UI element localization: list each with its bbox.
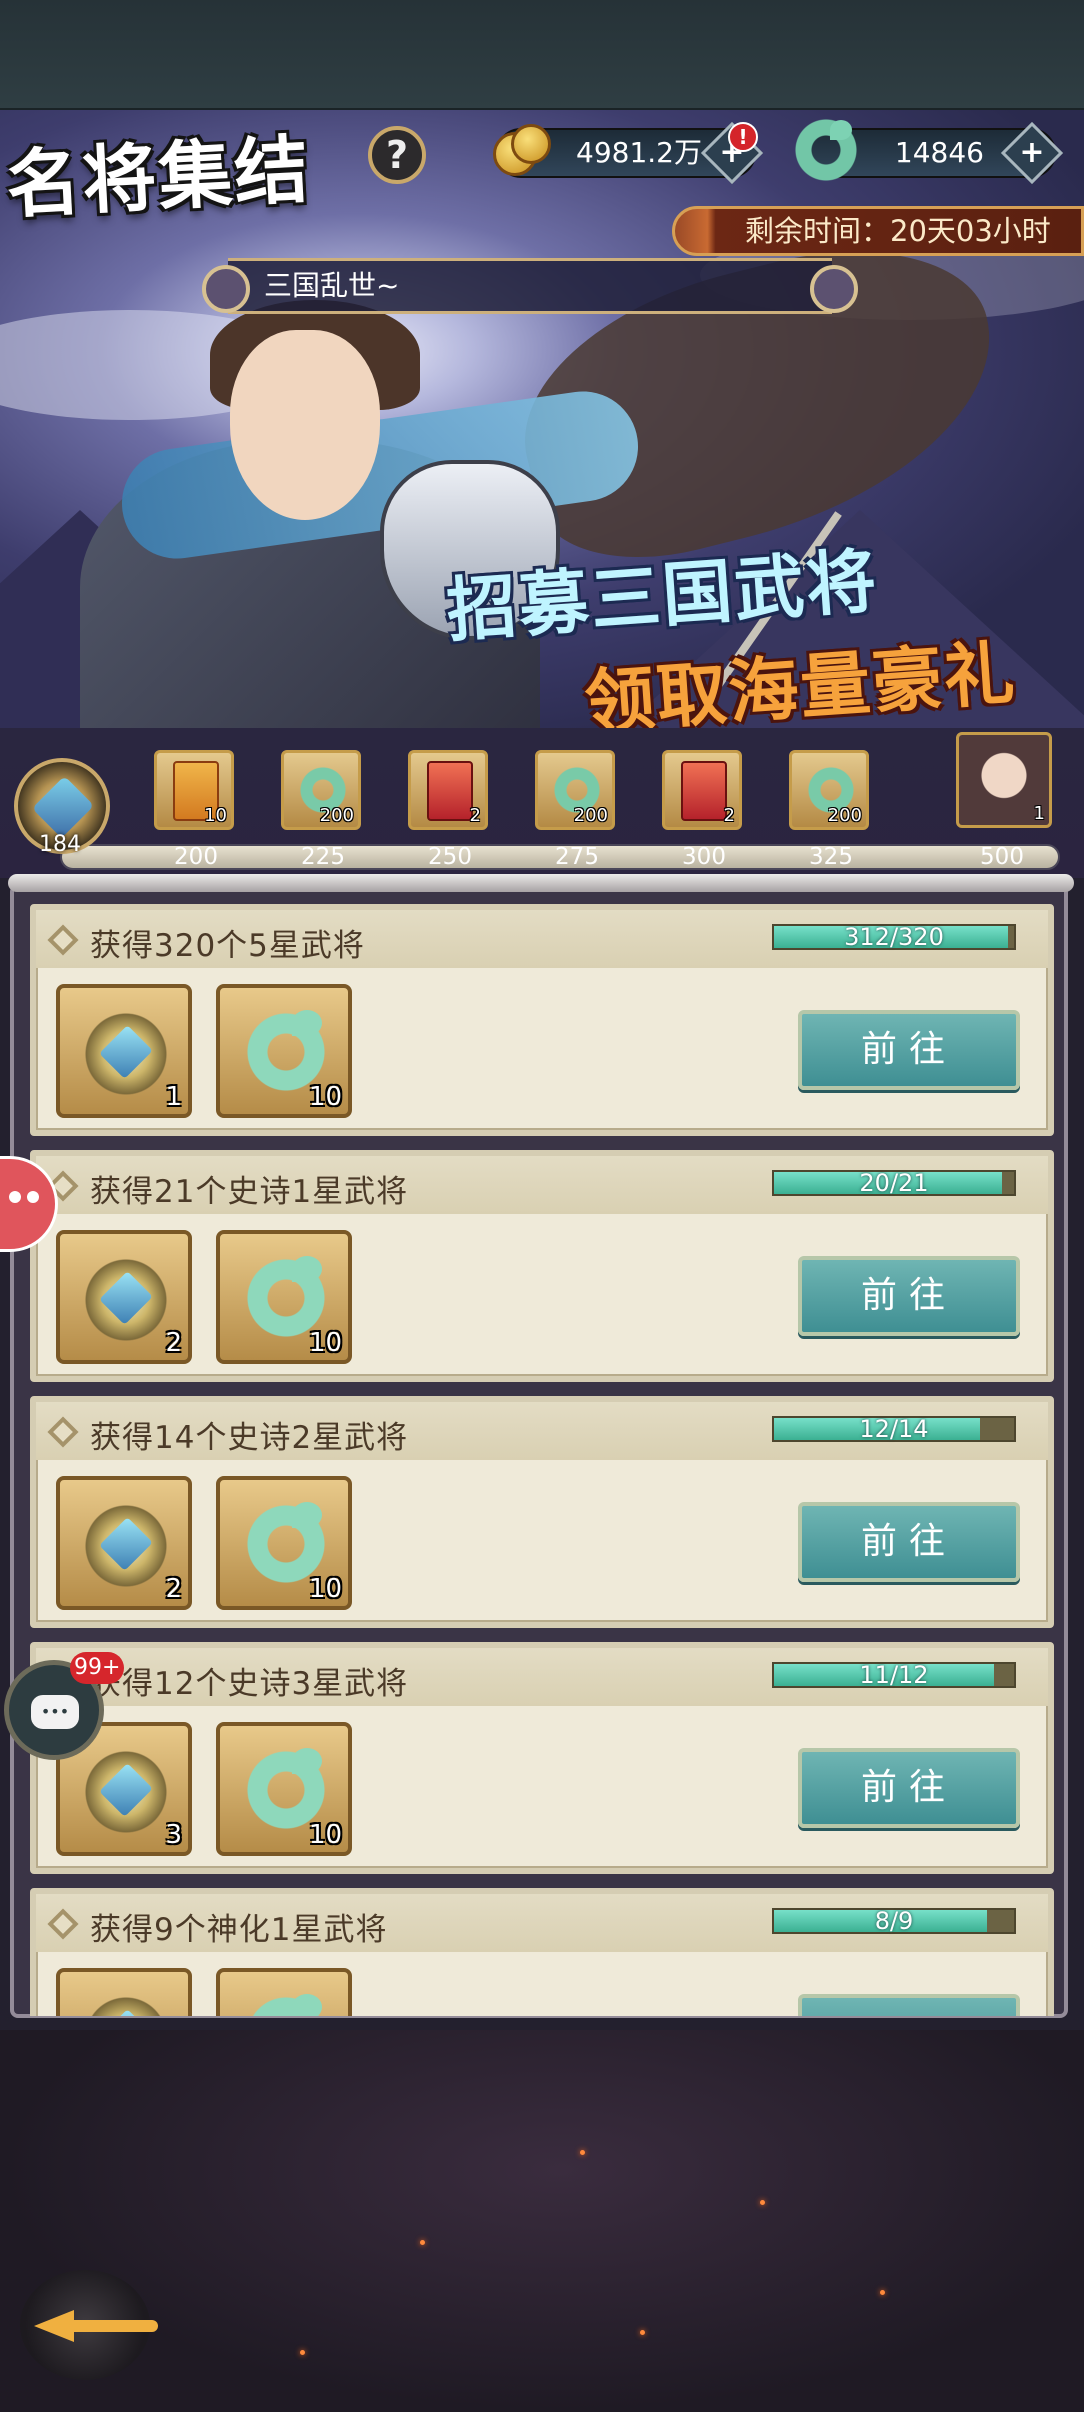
milestone-points: 225 bbox=[301, 844, 345, 870]
go-button[interactable] bbox=[798, 1994, 1020, 2016]
coin-value: 4981.2万 bbox=[576, 136, 702, 169]
token-icon bbox=[82, 1748, 170, 1836]
task-progress-bar: 11/12 bbox=[772, 1662, 1016, 1688]
task-title: 获得21个史诗1星武将 bbox=[90, 1174, 409, 1210]
ember bbox=[300, 2350, 305, 2355]
question-icon[interactable]: ? bbox=[368, 126, 426, 184]
task-title: 获得9个神化1星武将 bbox=[90, 1912, 388, 1948]
milestone-reward-200[interactable]: 10 bbox=[154, 750, 234, 830]
hero-face bbox=[230, 330, 380, 520]
task-progress-bar: 312/320 bbox=[772, 924, 1016, 950]
task-title: 获得12个史诗3星武将 bbox=[90, 1666, 409, 1702]
current-points: 184 bbox=[39, 832, 81, 857]
task-progress-text: 12/14 bbox=[859, 1415, 929, 1443]
task-list[interactable]: 获得320个5星武将 312/320 1 10 前往 获得21个史诗1星武将 2… bbox=[30, 904, 1054, 2016]
top-band bbox=[0, 0, 1084, 110]
milestone-reward-300[interactable]: 2 bbox=[662, 750, 742, 830]
ember bbox=[580, 2150, 585, 2155]
token-icon bbox=[82, 1010, 170, 1098]
task-progress-bar: 8/9 bbox=[772, 1908, 1016, 1934]
jade-value: 14846 bbox=[894, 136, 984, 169]
milestone-reward-225[interactable]: 200 bbox=[281, 750, 361, 830]
go-button[interactable]: 前往 bbox=[798, 1256, 1020, 1336]
task-title: 获得14个史诗2星武将 bbox=[90, 1420, 409, 1456]
page-title: 名将集结 bbox=[4, 127, 313, 229]
reward-item[interactable]: 10 bbox=[216, 984, 352, 1118]
reward-item[interactable]: 2 bbox=[56, 1476, 192, 1610]
task-card: 获得14个史诗2星武将 12/14 2 10 前往 bbox=[30, 1396, 1054, 1628]
ember bbox=[880, 2290, 885, 2295]
task-progress-bar: 20/21 bbox=[772, 1170, 1016, 1196]
reward-item[interactable] bbox=[216, 1968, 352, 2016]
task-card: 获得320个5星武将 312/320 1 10 前往 bbox=[30, 904, 1054, 1136]
jade-ring-icon bbox=[240, 1990, 332, 2016]
task-progress-text: 312/320 bbox=[844, 923, 944, 951]
reward-item[interactable]: 1 bbox=[56, 984, 192, 1118]
task-progress-text: 20/21 bbox=[859, 1169, 929, 1197]
ember bbox=[420, 2240, 425, 2245]
reward-item[interactable]: 10 bbox=[216, 1722, 352, 1856]
event-subtitle: 三国乱世~ bbox=[202, 258, 858, 314]
milestone-reward-500[interactable]: 1 bbox=[956, 732, 1052, 828]
coin-pile-icon bbox=[487, 118, 555, 184]
milestone-reward-325[interactable]: 200 bbox=[789, 750, 869, 830]
milestone-reward-275[interactable]: 200 bbox=[535, 750, 615, 830]
remaining-time: 剩余时间：20天03小时 bbox=[672, 206, 1084, 256]
token-icon bbox=[82, 1994, 170, 2016]
milestone-reward-250[interactable]: 2 bbox=[408, 750, 488, 830]
go-button[interactable]: 前往 bbox=[798, 1748, 1020, 1828]
red-book-icon bbox=[427, 761, 473, 821]
jade-ring-icon bbox=[790, 114, 862, 186]
reward-item[interactable] bbox=[56, 1968, 192, 2016]
task-progress-text: 11/12 bbox=[859, 1661, 929, 1689]
red-book-icon bbox=[681, 761, 727, 821]
token-icon bbox=[82, 1256, 170, 1344]
task-progress-bar: 12/14 bbox=[772, 1416, 1016, 1442]
task-title: 获得320个5星武将 bbox=[90, 928, 365, 964]
go-button[interactable]: 前往 bbox=[798, 1502, 1020, 1582]
task-progress-text: 8/9 bbox=[874, 1907, 914, 1935]
milestone-points: 500 bbox=[980, 844, 1024, 870]
task-card: 获得21个史诗1星武将 20/21 2 10 前往 bbox=[30, 1150, 1054, 1382]
bottom-background bbox=[0, 2030, 1084, 2412]
ember bbox=[760, 2200, 765, 2205]
milestone-points: 325 bbox=[809, 844, 853, 870]
token-icon bbox=[82, 1502, 170, 1590]
app-screen: { "header": { "title": "名将集结", "help_ico… bbox=[0, 0, 1084, 2412]
milestone-points: 275 bbox=[555, 844, 599, 870]
milestone-points: 300 bbox=[682, 844, 726, 870]
coin-alert-badge: ! bbox=[728, 122, 758, 152]
back-arrow-icon[interactable] bbox=[20, 2270, 158, 2380]
task-card: 获得12个史诗3星武将 11/12 3 10 前往 bbox=[30, 1642, 1054, 1874]
go-button[interactable]: 前往 bbox=[798, 1010, 1020, 1090]
milestone-points: 250 bbox=[428, 844, 472, 870]
task-card: 获得9个神化1星武将 8/9 bbox=[30, 1888, 1054, 2016]
reward-item[interactable]: 10 bbox=[216, 1230, 352, 1364]
reward-item[interactable]: 10 bbox=[216, 1476, 352, 1610]
reward-item[interactable]: 2 bbox=[56, 1230, 192, 1364]
ember bbox=[640, 2330, 645, 2335]
chat-unread-badge: 99+ bbox=[70, 1652, 125, 1684]
milestone-points: 200 bbox=[174, 844, 218, 870]
